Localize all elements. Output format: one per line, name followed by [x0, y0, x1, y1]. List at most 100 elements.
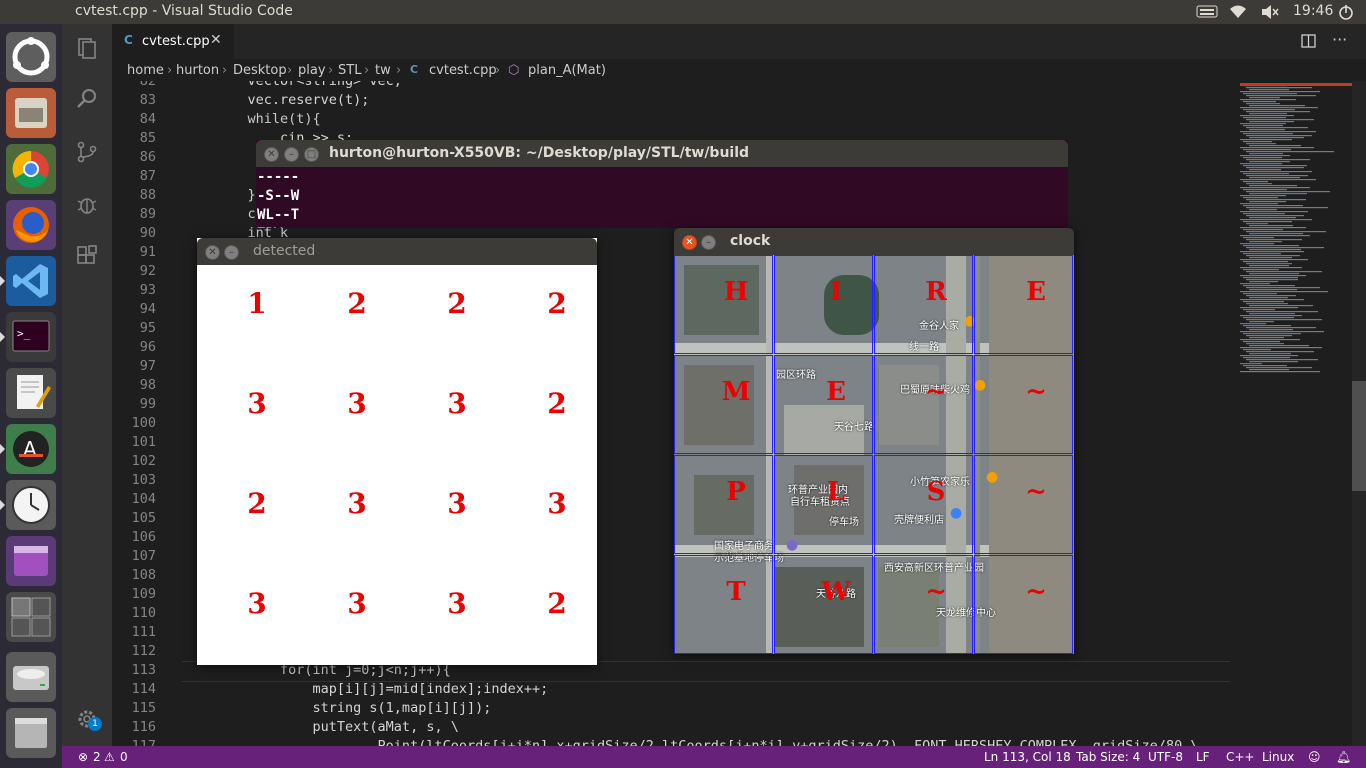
line-number: 88: [139, 187, 156, 203]
volume-muted-icon[interactable]: [1260, 4, 1280, 20]
detected-titlebar[interactable]: ✕ – detected: [197, 238, 597, 265]
error-icon[interactable]: ⊗: [78, 750, 88, 764]
scrollbar-thumb[interactable]: [1352, 381, 1366, 491]
clock-window[interactable]: ✕ – clock 金谷人家 线一路 园区环路 巴蜀原味柴火鸡 天谷七路 小竹笋…: [674, 228, 1074, 654]
close-window-icon[interactable]: ✕: [682, 235, 697, 250]
close-tab-icon[interactable]: ✕: [210, 32, 222, 48]
minimap-line: [1249, 257, 1292, 259]
chrome-icon[interactable]: [6, 144, 56, 194]
breadcrumb-home[interactable]: home: [127, 63, 164, 78]
search-icon[interactable]: [75, 86, 99, 110]
clock-titlebar[interactable]: ✕ – clock: [674, 228, 1074, 255]
workspace-switcher-icon[interactable]: [6, 592, 56, 642]
minimap-line: [1243, 189, 1287, 191]
breadcrumb-stl[interactable]: STL: [338, 63, 361, 78]
minimap-line: [1246, 159, 1310, 161]
minimap-line: [1240, 331, 1324, 333]
error-count[interactable]: 2: [93, 750, 101, 764]
minimap-line: [1246, 319, 1322, 321]
line-number: 85: [139, 130, 156, 146]
ubuntu-dash-icon[interactable]: [6, 32, 56, 82]
minimap-line: [1240, 203, 1278, 205]
wifi-icon[interactable]: [1228, 4, 1248, 20]
minimap-line: [1240, 155, 1290, 157]
line-number: 98: [139, 377, 156, 393]
minimap-line: [1246, 311, 1318, 313]
minimap-line: [1246, 215, 1304, 217]
line-number: 116: [131, 719, 156, 735]
minimap-line: [1243, 317, 1294, 319]
clock-app-icon[interactable]: [0, 480, 56, 530]
more-actions-icon[interactable]: ···: [1332, 30, 1347, 49]
minimap-line: [1240, 275, 1306, 277]
line-number: 107: [131, 548, 156, 564]
terminal-titlebar[interactable]: ✕ – □ hurton@hurton-X550VB: ~/Desktop/pl…: [256, 140, 1068, 167]
extensions-icon[interactable]: [75, 244, 99, 268]
minimize-window-icon[interactable]: –: [224, 245, 239, 260]
breadcrumb-hurton[interactable]: hurton: [176, 63, 219, 78]
line-ending[interactable]: LF: [1196, 750, 1210, 764]
breadcrumb-tw[interactable]: tw: [375, 63, 391, 78]
window-title: cvtest.cpp - Visual Studio Code: [75, 3, 293, 19]
trash-icon[interactable]: [6, 708, 56, 758]
detected-window[interactable]: ✕ – detected 1 2 2 2 3 3 3 2 2 3 3 3 3 3 3 2: [197, 238, 597, 665]
split-editor-icon[interactable]: [1301, 33, 1317, 53]
purple-app-icon[interactable]: [6, 536, 56, 586]
line-number: 102: [131, 453, 156, 469]
os-indicator[interactable]: Linux: [1262, 750, 1294, 764]
minimap-line: [1243, 149, 1291, 151]
minimize-window-icon[interactable]: –: [701, 235, 716, 250]
minimap-line: [1249, 353, 1291, 355]
detected-cell-value: 3: [447, 587, 467, 620]
line-number: 113: [131, 662, 156, 678]
notifications-bell-icon[interactable]: 🔔︎: [1336, 750, 1351, 764]
power-icon[interactable]: [1337, 4, 1355, 20]
clock-time[interactable]: 19:46: [1293, 3, 1333, 19]
close-window-icon[interactable]: ✕: [205, 245, 220, 260]
terminal-icon[interactable]: >_: [0, 312, 56, 362]
minimap-line: [1249, 217, 1296, 219]
feedback-smiley-icon[interactable]: ☺: [1308, 750, 1321, 764]
minimap-line: [1243, 109, 1295, 111]
breadcrumb-file[interactable]: cvtest.cpp: [429, 63, 497, 78]
minimap-line: [1243, 309, 1275, 311]
minimap-line: [1243, 237, 1274, 239]
minimap[interactable]: [1230, 81, 1352, 746]
vertical-scrollbar[interactable]: [1352, 81, 1366, 746]
minimap-line: [1249, 281, 1278, 283]
breadcrumb-symbol[interactable]: plan_A(Mat): [528, 63, 606, 78]
maximize-window-icon[interactable]: □: [304, 147, 319, 162]
firefox-icon[interactable]: [6, 200, 56, 250]
warning-icon[interactable]: ⚠: [104, 750, 115, 764]
cursor-position[interactable]: Ln 113, Col 18: [984, 750, 1071, 764]
close-window-icon[interactable]: ✕: [264, 147, 279, 162]
line-number: 83: [139, 92, 156, 108]
minimap-line: [1240, 179, 1316, 181]
warning-count[interactable]: 0: [120, 750, 128, 764]
breadcrumb-desktop[interactable]: Desktop: [233, 63, 287, 78]
breadcrumb-play[interactable]: play: [298, 63, 326, 78]
tab-size[interactable]: Tab Size: 4: [1076, 750, 1140, 764]
chevron-right-icon: ›: [396, 63, 402, 78]
source-control-icon[interactable]: [75, 140, 99, 164]
keyboard-icon[interactable]: [1196, 4, 1218, 20]
debug-icon[interactable]: [75, 192, 99, 216]
minimap-line: [1240, 299, 1304, 301]
updater-icon[interactable]: A: [0, 424, 56, 474]
minimap-line: [1246, 87, 1312, 89]
explorer-icon[interactable]: [75, 36, 99, 60]
vscode-icon[interactable]: [0, 256, 56, 306]
tab-cvtest[interactable]: C cvtest.cpp ✕: [112, 24, 234, 59]
language-mode[interactable]: C++: [1226, 750, 1255, 764]
text-editor-icon[interactable]: [6, 368, 56, 418]
minimize-window-icon[interactable]: –: [284, 147, 299, 162]
minimap-line: [1246, 351, 1314, 353]
detected-cell-value: 3: [247, 587, 267, 620]
disk-icon[interactable]: [6, 652, 56, 702]
terminal-window[interactable]: ✕ – □ hurton@hurton-X550VB: ~/Desktop/pl…: [256, 140, 1068, 228]
encoding[interactable]: UTF-8: [1148, 750, 1183, 764]
minimap-line: [1240, 315, 1302, 317]
minimap-line: [1240, 139, 1292, 141]
files-icon[interactable]: [6, 88, 56, 138]
minimap-line: [1246, 295, 1296, 297]
